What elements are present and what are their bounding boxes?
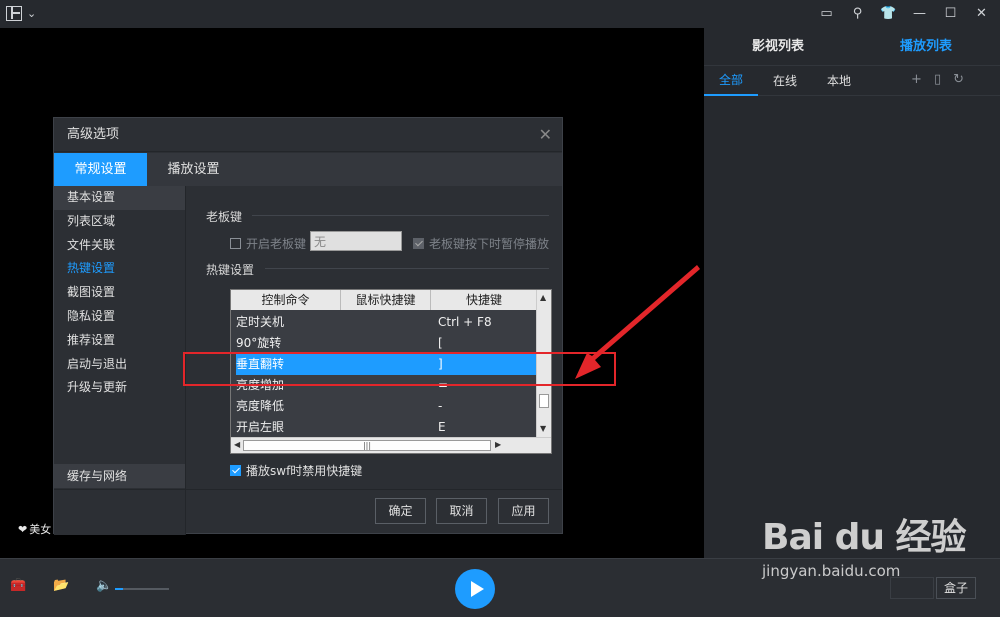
hotkey-header: 热键设置 <box>206 263 255 277</box>
sidebar-item-recommend[interactable]: 推荐设置 <box>54 329 185 353</box>
maximize-icon[interactable]: ☐ <box>942 5 959 22</box>
window-controls: ▭ ⚲ 👕 — ☐ ✕ <box>818 5 990 22</box>
boss-key-input[interactable]: 无 <box>310 231 402 251</box>
scroll-left-icon[interactable]: ◀ <box>234 440 240 449</box>
sidebar-item-startup-exit[interactable]: 启动与退出 <box>54 353 185 377</box>
chevron-down-icon[interactable]: ⌄ <box>27 7 36 20</box>
table-row[interactable]: 开启左眼 E <box>236 417 537 437</box>
menu-icon[interactable] <box>6 6 22 21</box>
tab-video-list[interactable]: 影视列表 <box>704 28 852 65</box>
column-header[interactable]: 快捷键 <box>431 290 537 310</box>
pause-on-boss-key-option[interactable]: 老板键按下时暂停播放 <box>413 235 549 252</box>
subtab-online[interactable]: 在线 <box>758 66 812 96</box>
watermark-url: jingyan.baidu.com <box>762 562 901 580</box>
dialog-title: 高级选项 <box>54 118 562 152</box>
tab-general[interactable]: 常规设置 <box>54 153 147 186</box>
subtab-local[interactable]: 本地 <box>812 66 866 96</box>
skin-icon[interactable]: 👕 <box>880 5 897 22</box>
baidu-jingyan-watermark: Bai du 经验 jingyan.baidu.com <box>762 508 967 580</box>
scroll-thumb[interactable]: ||| <box>243 440 491 451</box>
watermark-logo: Bai du 经验 <box>762 517 967 558</box>
divider <box>252 215 549 216</box>
volume-icon[interactable]: 🔈 <box>96 579 112 593</box>
pause-on-boss-key-checkbox[interactable] <box>413 238 424 249</box>
apply-button[interactable]: 应用 <box>498 498 549 524</box>
heart-icon: ❤ <box>18 522 28 536</box>
close-icon[interactable]: ✕ <box>539 125 552 144</box>
volume-fill <box>115 588 124 590</box>
tab-playlist[interactable]: 播放列表 <box>852 28 1000 65</box>
add-icon[interactable]: + <box>911 72 922 87</box>
tab-playback[interactable]: 播放设置 <box>147 153 240 186</box>
box-button[interactable]: 盒子 <box>936 577 976 599</box>
sidebar-item-upgrade[interactable]: 升级与更新 <box>54 376 185 400</box>
highlight-box <box>183 352 616 386</box>
horizontal-scrollbar[interactable]: ◀ ||| ▶ <box>231 437 551 453</box>
delete-file-icon[interactable]: ▯ <box>934 72 941 87</box>
settings-content: 老板键 开启老板键 无 老板键按下时暂停播放 热键设置 控制命令 鼠标快捷键 快… <box>187 186 562 489</box>
volume-slider[interactable] <box>115 588 169 590</box>
sidebar-item-basic[interactable]: 基本设置 <box>54 186 185 210</box>
sidebar-item-screenshot[interactable]: 截图设置 <box>54 281 185 305</box>
column-header[interactable]: 鼠标快捷键 <box>341 290 431 310</box>
table-row[interactable]: 亮度降低 - <box>236 396 537 417</box>
scroll-up-icon[interactable]: ▲ <box>540 293 546 302</box>
minimize-icon[interactable]: — <box>911 5 928 22</box>
sidebar-item-hotkeys[interactable]: 热键设置 <box>54 257 185 281</box>
ok-button[interactable]: 确定 <box>375 498 426 524</box>
boss-key-header: 老板键 <box>206 210 243 224</box>
sidebar-item-cache-network[interactable]: 缓存与网络 <box>54 464 185 488</box>
open-folder-icon[interactable]: 📂 <box>53 579 69 593</box>
sidebar-item-privacy[interactable]: 隐私设置 <box>54 305 185 329</box>
column-header[interactable]: 控制命令 <box>231 290 341 310</box>
scroll-right-icon[interactable]: ▶ <box>495 440 501 449</box>
title-bar: ⌄ ▭ ⚲ 👕 — ☐ ✕ <box>0 0 1000 28</box>
disable-hotkey-swf-option[interactable]: 播放swf时禁用快捷键 <box>230 462 362 479</box>
loop-icon[interactable]: ↻ <box>953 72 964 87</box>
playlist-panel: 影视列表 播放列表 全部 在线 本地 + ▯ ↻ <box>704 28 1000 558</box>
close-icon[interactable]: ✕ <box>973 5 990 22</box>
settings-sidebar: 基本设置 列表区域 文件关联 热键设置 截图设置 隐私设置 推荐设置 启动与退出… <box>54 186 186 535</box>
sidebar-item-file-assoc[interactable]: 文件关联 <box>54 234 185 258</box>
table-row[interactable]: 90°旋转 [ <box>236 333 537 354</box>
cancel-button[interactable]: 取消 <box>436 498 487 524</box>
divider <box>54 489 562 490</box>
feedback-icon[interactable]: ▭ <box>818 5 835 22</box>
scroll-down-icon[interactable]: ▼ <box>540 424 546 433</box>
subtab-all[interactable]: 全部 <box>704 66 758 96</box>
pin-icon[interactable]: ⚲ <box>849 5 866 22</box>
table-header: 控制命令 鼠标快捷键 快捷键 <box>231 290 537 310</box>
play-button[interactable] <box>455 569 495 609</box>
enable-boss-key-checkbox[interactable] <box>230 238 241 249</box>
box-left-button[interactable] <box>890 577 934 599</box>
advanced-options-dialog: 高级选项 ✕ 常规设置 播放设置 基本设置 列表区域 文件关联 热键设置 截图设… <box>53 117 563 535</box>
enable-boss-key-option[interactable]: 开启老板键 <box>230 235 306 252</box>
disable-hotkey-swf-checkbox[interactable] <box>230 465 241 476</box>
divider <box>265 268 549 269</box>
table-row[interactable]: 定时关机 Ctrl + F8 <box>236 312 537 333</box>
scroll-thumb[interactable] <box>539 394 549 408</box>
toolbox-icon[interactable]: 🧰 <box>10 579 26 593</box>
sidebar-item-list-area[interactable]: 列表区域 <box>54 210 185 234</box>
beauty-label[interactable]: ❤ 美女 <box>18 521 51 537</box>
